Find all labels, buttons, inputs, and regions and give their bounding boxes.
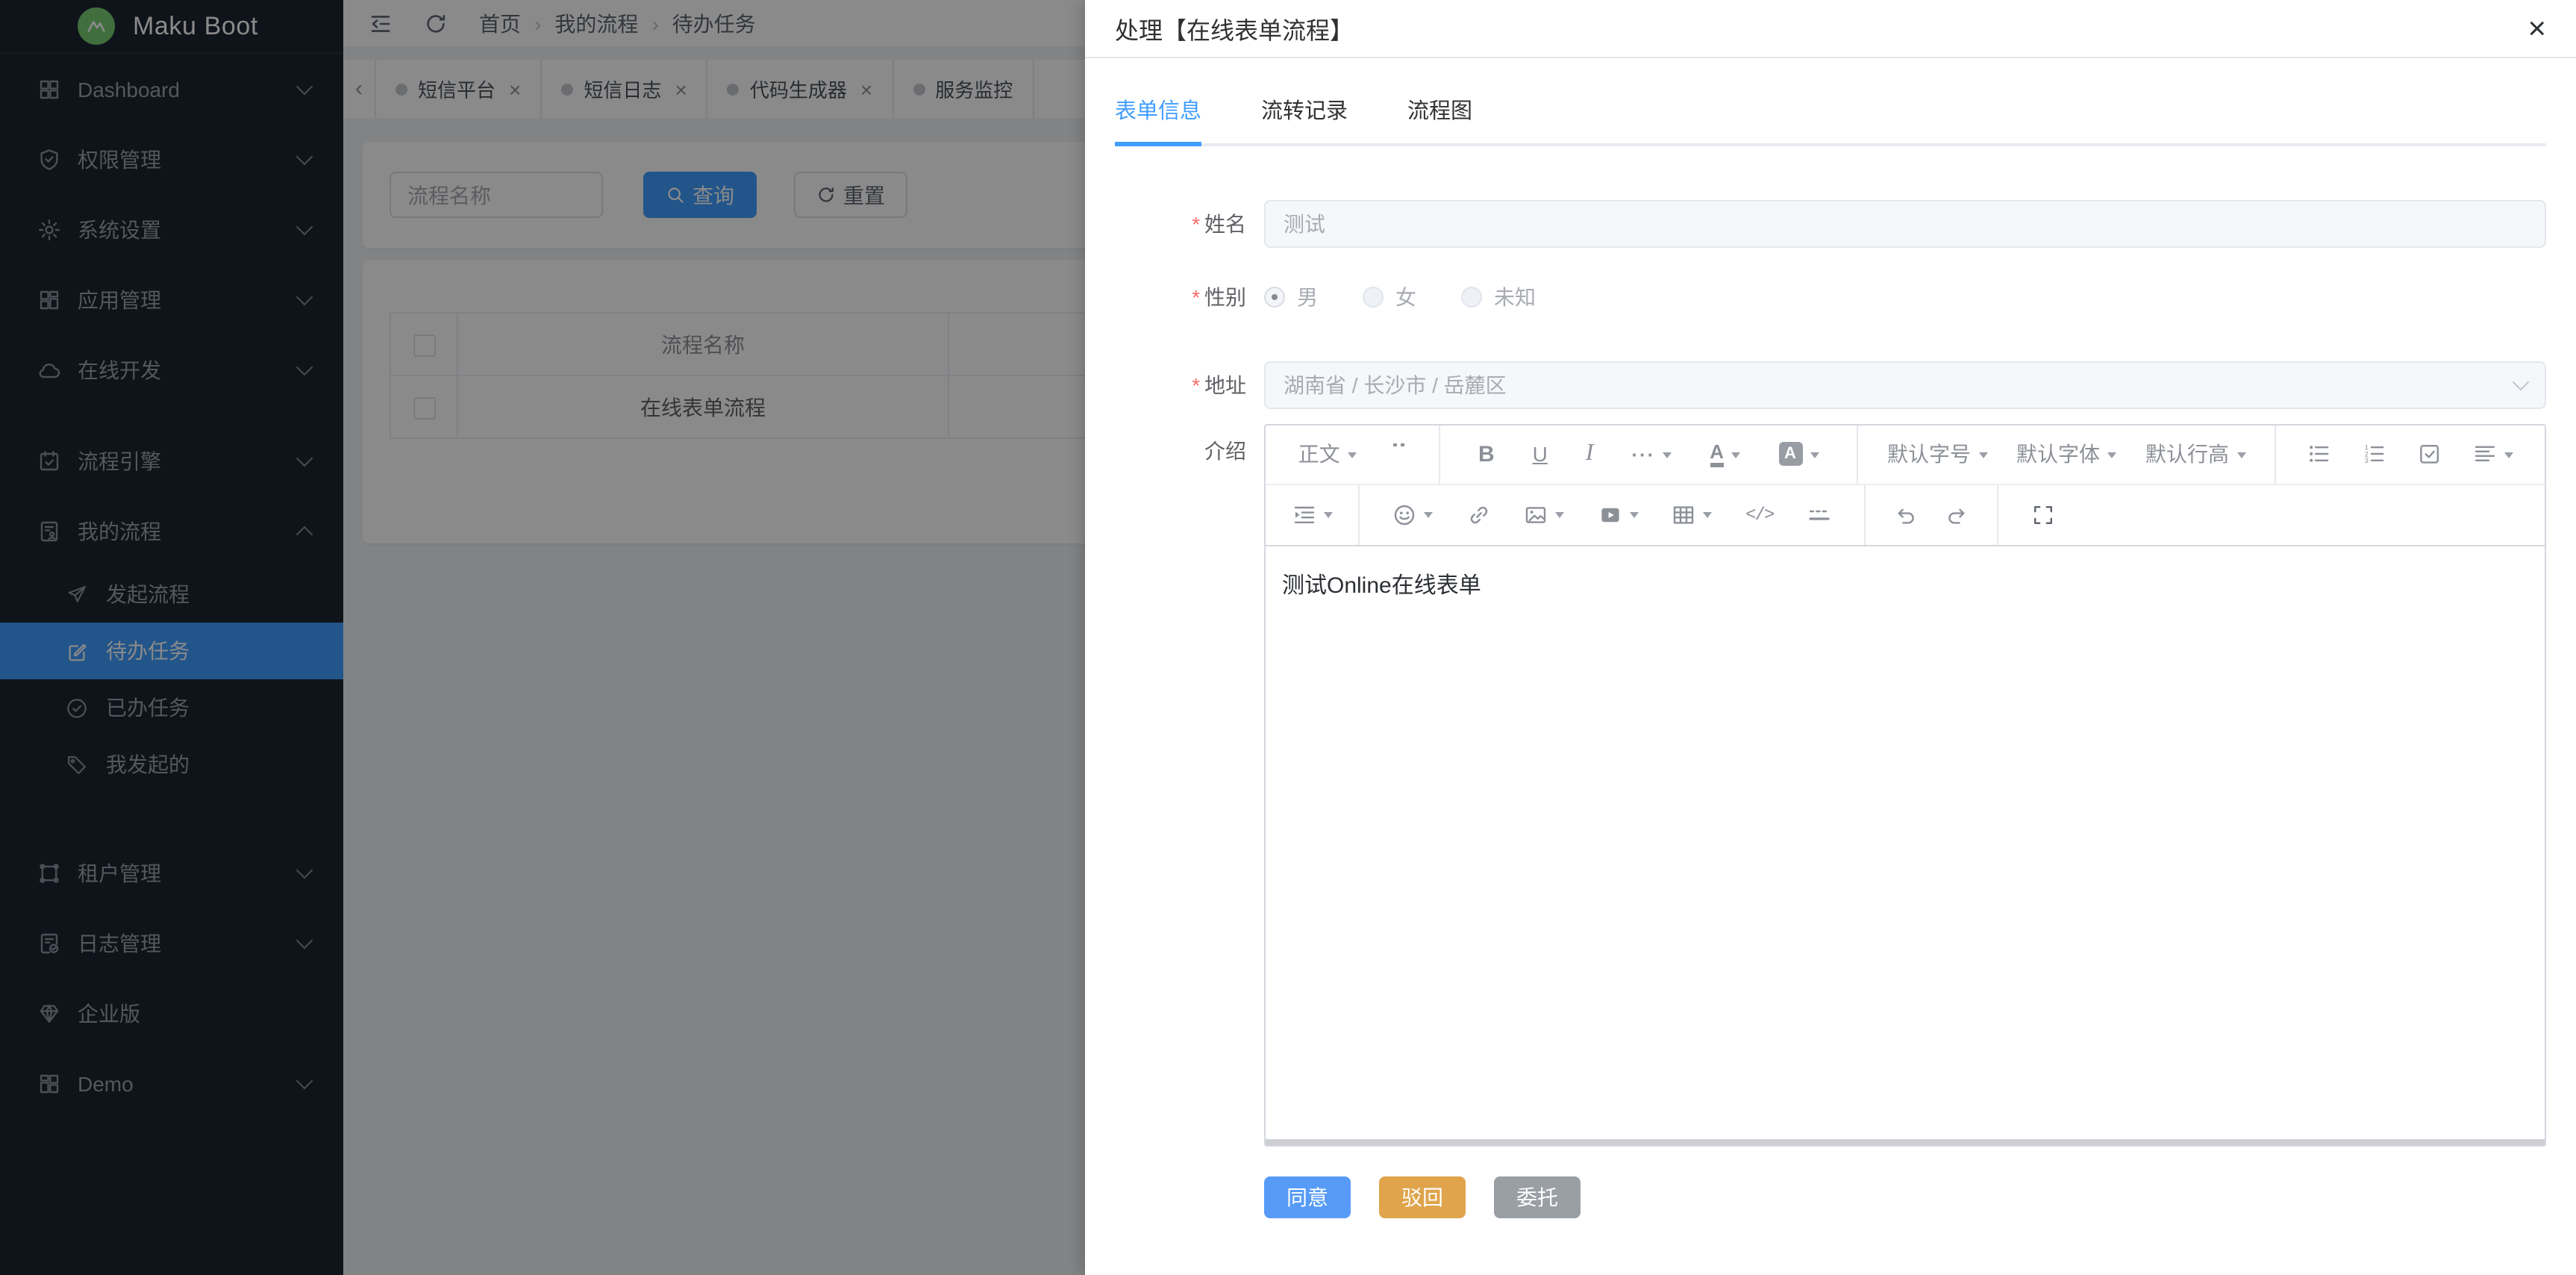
caret-down-icon (2107, 452, 2116, 462)
radio-label: 男 (1297, 281, 1318, 311)
redo-button[interactable] (1945, 502, 1969, 526)
address-field-row: *地址 湖南省 / 长沙市 / 岳麓区 (1115, 361, 2546, 408)
caret-down-icon (1663, 452, 1672, 462)
rich-text-editor: 正文 “ B U I ··· A A 默认字号 默认字体 默认行高 (1264, 423, 2546, 1146)
editor-toolbar-row-1: 正文 “ B U I ··· A A 默认字号 默认字体 默认行高 (1266, 425, 2545, 484)
task-list-button[interactable] (2418, 442, 2442, 466)
name-field-row: *姓名 (1115, 199, 2546, 247)
required-asterisk: * (1192, 211, 1200, 235)
bullet-list-button[interactable] (2307, 442, 2331, 466)
intro-field-label: 介绍 (1115, 435, 1246, 465)
caret-down-icon (2504, 452, 2513, 462)
radio-icon (1461, 286, 1482, 307)
more-styles-dropdown[interactable]: ··· (1631, 443, 1672, 465)
font-family-dropdown[interactable]: 默认字体 (2016, 439, 2116, 469)
radio-option-male: 男 (1264, 281, 1318, 311)
radio-label: 女 (1395, 281, 1416, 311)
editor-toolbar-row-2: </> (1266, 484, 2545, 546)
radio-option-female: 女 (1363, 281, 1416, 311)
caret-down-icon (1810, 452, 1819, 462)
radio-label: 未知 (1494, 281, 1536, 311)
screen: Maku Boot Dashboard 权限管理 系统设置 应用管理 在线开发 (0, 0, 2576, 1275)
gender-field-row: *性别 男 女 未知 (1115, 272, 2546, 320)
radio-option-unknown: 未知 (1461, 281, 1536, 311)
drawer-title: 处理【在线表单流程】 (1115, 10, 1354, 46)
process-drawer: 处理【在线表单流程】 × 表单信息 流转记录 流程图 *姓名 *性别 男 女 (1085, 0, 2576, 1275)
font-size-dropdown[interactable]: 默认字号 (1887, 439, 1987, 469)
tab-form-info[interactable]: 表单信息 (1115, 94, 1201, 146)
ordered-list-button[interactable]: 123 (2363, 442, 2386, 466)
video-dropdown[interactable] (1598, 502, 1638, 526)
code-block-button[interactable]: </> (1745, 504, 1773, 525)
editor-resize-grip[interactable] (1266, 1138, 2545, 1144)
underline-button[interactable]: U (1533, 442, 1548, 466)
reject-button[interactable]: 驳回 (1379, 1176, 1466, 1218)
caret-down-icon (1323, 512, 1332, 523)
paragraph-style-dropdown[interactable]: 正文 (1298, 439, 1357, 469)
gender-radio-group: 男 女 未知 (1264, 281, 2546, 311)
drawer-header: 处理【在线表单流程】 × (1085, 0, 2576, 58)
required-asterisk: * (1192, 284, 1200, 308)
editor-text: 测试Online在线表单 (1282, 573, 1481, 598)
caret-down-icon (1731, 452, 1740, 462)
radio-selected-icon (1264, 286, 1285, 307)
required-asterisk: * (1192, 372, 1200, 396)
fullscreen-button[interactable] (2031, 502, 2055, 526)
align-dropdown[interactable] (2473, 442, 2513, 466)
delegate-button[interactable]: 委托 (1494, 1176, 1581, 1218)
tab-flow-diagram[interactable]: 流程图 (1407, 94, 1472, 143)
modal-overlay[interactable] (0, 0, 1085, 1275)
svg-text:3: 3 (2365, 457, 2369, 464)
horizontal-rule-button[interactable] (1807, 502, 1831, 526)
bg-color-dropdown[interactable]: A (1778, 442, 1819, 466)
emoji-dropdown[interactable] (1393, 502, 1434, 526)
intro-field-row: 介绍 正文 “ B U I ··· A A (1115, 423, 2546, 1146)
indent-dropdown[interactable] (1292, 502, 1332, 526)
caret-down-icon (1978, 452, 1987, 462)
image-dropdown[interactable] (1525, 502, 1565, 526)
italic-button[interactable]: I (1586, 440, 1594, 467)
drawer-tabs: 表单信息 流转记录 流程图 (1115, 94, 2546, 146)
close-icon[interactable]: × (2527, 13, 2546, 44)
chevron-down-icon (2513, 373, 2530, 390)
name-field (1264, 199, 2546, 247)
caret-down-icon (1556, 512, 1565, 523)
caret-down-icon (1703, 512, 1712, 523)
agree-button[interactable]: 同意 (1264, 1176, 1351, 1218)
address-field-label: *地址 (1115, 370, 1246, 399)
radio-icon (1363, 286, 1384, 307)
caret-down-icon (1629, 512, 1638, 523)
table-dropdown[interactable] (1672, 502, 1712, 526)
drawer-actions: 同意 驳回 委托 (1264, 1176, 2546, 1218)
tab-flow-records[interactable]: 流转记录 (1261, 94, 1348, 143)
link-button[interactable] (1467, 502, 1491, 526)
blockquote-button[interactable]: “ (1389, 443, 1407, 464)
address-value: 湖南省 / 长沙市 / 岳麓区 (1284, 370, 1507, 399)
editor-content[interactable]: 测试Online在线表单 (1266, 546, 2545, 1144)
caret-down-icon (1348, 452, 1357, 462)
bold-button[interactable]: B (1478, 441, 1495, 467)
font-color-dropdown[interactable]: A (1710, 441, 1740, 467)
caret-down-icon (2236, 452, 2245, 462)
app-root: Maku Boot Dashboard 权限管理 系统设置 应用管理 在线开发 (0, 0, 2576, 1275)
undo-button[interactable] (1893, 502, 1917, 526)
name-field-label: *姓名 (1115, 208, 1246, 238)
gender-field-label: *性别 (1115, 281, 1246, 311)
caret-down-icon (1425, 512, 1434, 523)
address-select: 湖南省 / 长沙市 / 岳麓区 (1264, 361, 2546, 408)
line-height-dropdown[interactable]: 默认行高 (2145, 439, 2245, 469)
